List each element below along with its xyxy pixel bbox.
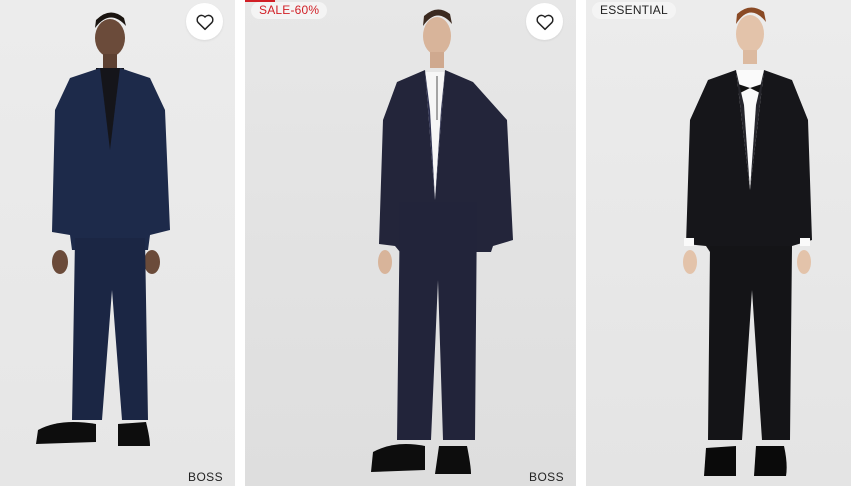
product-image[interactable] (586, 0, 851, 486)
wishlist-button[interactable] (526, 3, 563, 40)
brand-label: BOSS (529, 470, 564, 484)
wishlist-button[interactable] (186, 3, 223, 40)
product-card-charcoal-suit[interactable]: SALE-60% BOSS (245, 0, 576, 486)
product-card-black-tuxedo[interactable]: ESSENTIAL (586, 0, 851, 486)
product-grid: BOSS SALE-60% BOSS ESSENTIAL (0, 0, 851, 486)
heart-outline-icon (195, 14, 214, 30)
heart-outline-icon (535, 14, 554, 30)
product-card-navy-suit[interactable]: BOSS (0, 0, 235, 486)
product-image[interactable] (0, 0, 235, 486)
brand-label: BOSS (188, 470, 223, 484)
sale-badge: SALE-60% (251, 2, 328, 19)
product-image[interactable] (245, 0, 576, 486)
essential-badge: ESSENTIAL (592, 2, 676, 19)
